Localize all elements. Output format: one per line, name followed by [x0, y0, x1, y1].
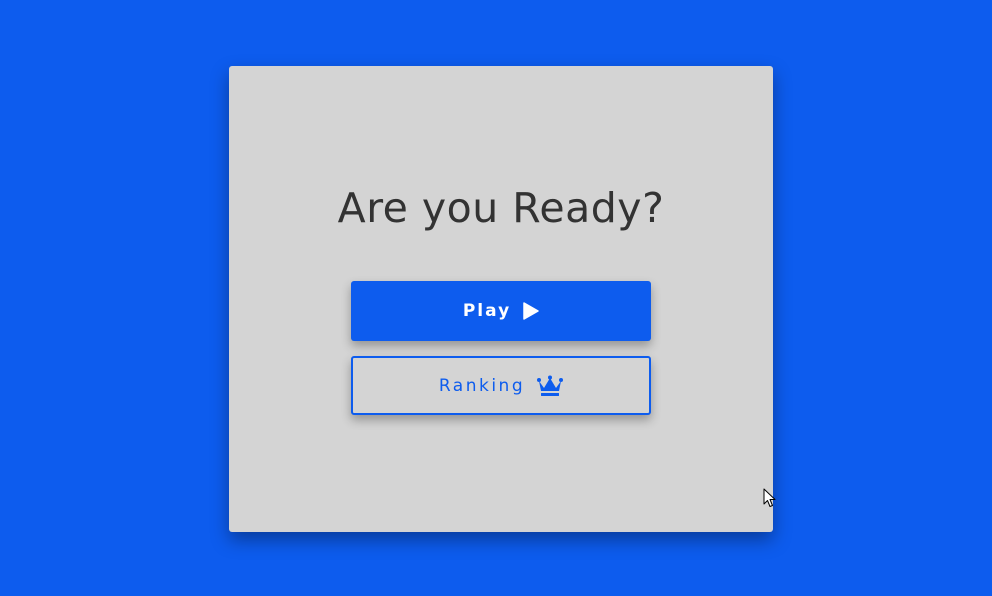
play-button[interactable]: Play	[351, 281, 651, 341]
ranking-button[interactable]: Ranking	[351, 356, 651, 415]
crown-icon	[537, 375, 564, 397]
dialog-title: Are you Ready?	[337, 184, 665, 232]
play-icon	[523, 302, 539, 320]
ranking-button-label: Ranking	[438, 375, 526, 396]
mouse-cursor-icon	[763, 488, 777, 508]
play-button-label: Play	[462, 301, 512, 321]
start-dialog: Are you Ready? Play Ranking	[229, 66, 773, 532]
